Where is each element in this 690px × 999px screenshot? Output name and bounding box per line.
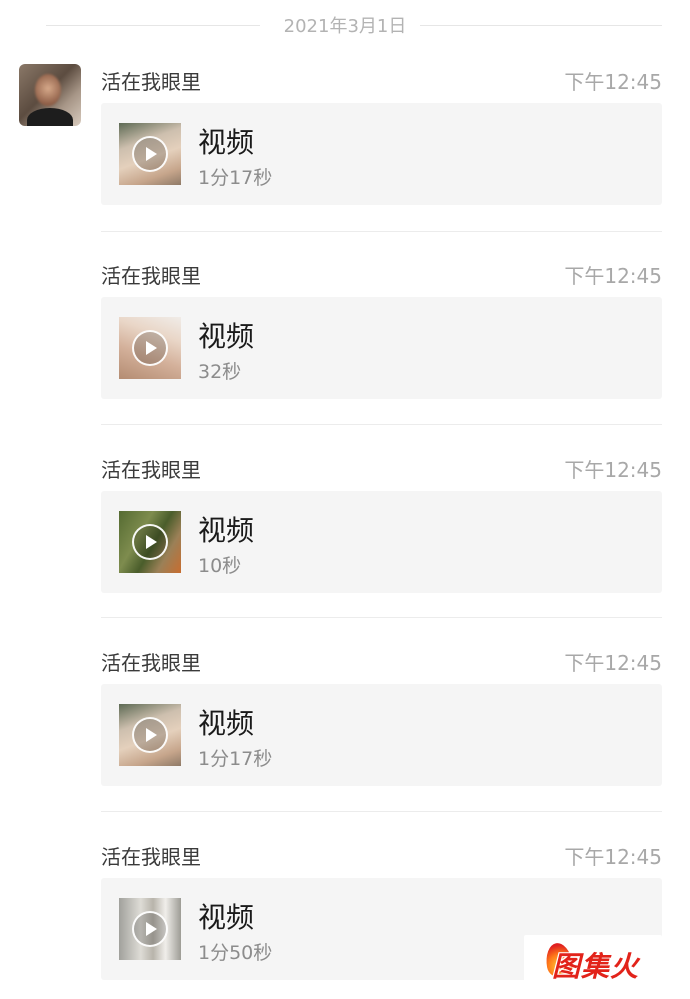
- message-separator: [101, 231, 662, 232]
- video-card[interactable]: 视频 1分17秒: [101, 684, 662, 786]
- chat-history-page: 2021年3月1日 活在我眼里 下午12:45 视频 1分17秒 活在我眼里 下…: [0, 0, 690, 999]
- sender-name: 活在我眼里: [101, 651, 201, 675]
- message-separator: [101, 811, 662, 812]
- video-thumbnail[interactable]: [119, 898, 181, 960]
- video-card[interactable]: 视频 10秒: [101, 491, 662, 593]
- video-thumbnail[interactable]: [119, 123, 181, 185]
- avatar-face: [35, 74, 61, 106]
- message-separator: [101, 424, 662, 425]
- sender-name: 活在我眼里: [101, 264, 201, 288]
- divider-line-right: [420, 25, 662, 26]
- video-title: 视频: [198, 320, 255, 353]
- video-thumbnail[interactable]: [119, 511, 181, 573]
- message-time: 下午12:45: [564, 458, 662, 482]
- play-icon: [132, 717, 168, 753]
- video-title: 视频: [198, 126, 255, 159]
- message-time: 下午12:45: [564, 264, 662, 288]
- watermark-text: 图集火: [552, 950, 640, 983]
- sender-avatar[interactable]: [19, 64, 81, 126]
- video-title: 视频: [198, 514, 255, 547]
- sender-name: 活在我眼里: [101, 845, 201, 869]
- video-duration: 32秒: [198, 361, 242, 383]
- date-label: 2021年3月1日: [273, 12, 417, 38]
- message-time: 下午12:45: [564, 70, 662, 94]
- video-duration: 1分17秒: [198, 167, 273, 189]
- video-duration: 1分50秒: [198, 942, 273, 964]
- play-icon: [132, 330, 168, 366]
- divider-line-left: [46, 25, 260, 26]
- sender-name: 活在我眼里: [101, 458, 201, 482]
- video-thumbnail[interactable]: [119, 317, 181, 379]
- video-duration: 10秒: [198, 555, 242, 577]
- sender-name: 活在我眼里: [101, 70, 201, 94]
- play-icon: [132, 911, 168, 947]
- message-time: 下午12:45: [564, 651, 662, 675]
- date-divider: 2021年3月1日: [0, 8, 690, 42]
- video-card[interactable]: 视频 32秒: [101, 297, 662, 399]
- watermark: 图集火: [524, 935, 662, 987]
- video-duration: 1分17秒: [198, 748, 273, 770]
- play-icon: [132, 136, 168, 172]
- video-thumbnail[interactable]: [119, 704, 181, 766]
- video-title: 视频: [198, 707, 255, 740]
- avatar-shirt: [27, 108, 73, 126]
- video-title: 视频: [198, 901, 255, 934]
- message-time: 下午12:45: [564, 845, 662, 869]
- video-card[interactable]: 视频 1分17秒: [101, 103, 662, 205]
- play-icon: [132, 524, 168, 560]
- message-separator: [101, 617, 662, 618]
